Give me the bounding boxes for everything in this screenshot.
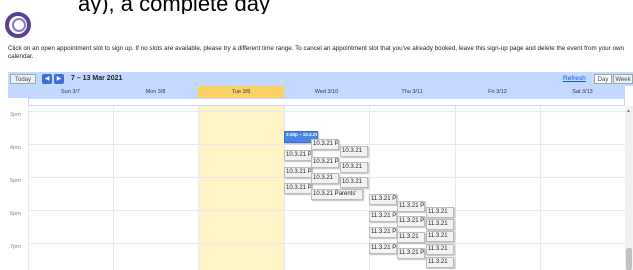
appointment-slot[interactable]: 11.3.21 bbox=[426, 207, 454, 218]
hour-label-3pm: 3pm bbox=[10, 112, 21, 118]
hour-label-7pm: 7pm bbox=[10, 244, 21, 250]
day-header-fri: Fri 3/12 bbox=[488, 89, 507, 95]
day-header-wed: Wed 3/10 bbox=[314, 89, 339, 95]
column-divider bbox=[198, 106, 199, 270]
vertical-scrollbar[interactable]: ▲ bbox=[625, 106, 633, 270]
appointment-slot[interactable]: 10.3.21 P bbox=[284, 167, 312, 178]
appointment-slot[interactable]: 11.3.21 bbox=[426, 257, 454, 268]
hour-label-5pm: 5pm bbox=[10, 178, 21, 184]
day-header-sat: Sat 3/13 bbox=[572, 89, 593, 95]
header-text: ay), a complete day bbox=[78, 0, 270, 14]
week-view-button[interactable]: Week bbox=[613, 74, 633, 84]
calendar-grid: 3pm 4pm 5pm 6pm 7pm 3:40p – 10.3.21 Pa 1… bbox=[8, 106, 625, 270]
appointment-slot[interactable]: 11.3.21 bbox=[426, 219, 454, 230]
day-header-row: Sun 3/7 Mon 3/8 Tue 3/9 Wed 3/10 Thu 3/1… bbox=[8, 86, 625, 98]
appointment-slot[interactable]: 10.3.21 bbox=[340, 146, 368, 157]
appointment-slot[interactable]: 11.3.21 P bbox=[369, 211, 397, 222]
appointment-slot[interactable]: 11.3.21 P bbox=[397, 216, 425, 227]
appointment-slot[interactable]: 10.3.21 P bbox=[284, 150, 312, 161]
appointment-slot[interactable]: 11.3.21 P bbox=[369, 227, 397, 238]
column-divider bbox=[455, 106, 456, 270]
appointment-slot[interactable]: 10.3.21 P bbox=[311, 139, 339, 150]
all-day-row bbox=[28, 98, 625, 106]
calendar-toolbar: Today ◀ ▶ 7 – 13 Mar 2021 Refresh Day We… bbox=[8, 72, 633, 86]
appointment-slot[interactable]: 10.3.21 P bbox=[311, 157, 339, 168]
day-header-sun: Sun 3/7 bbox=[61, 89, 80, 95]
appointment-slot[interactable]: 10.3.21 bbox=[340, 162, 368, 173]
date-range: 7 – 13 Mar 2021 bbox=[71, 75, 123, 82]
appointment-slot[interactable]: 11.3.21 P bbox=[397, 248, 425, 259]
logo-icon bbox=[5, 12, 31, 38]
prev-week-button[interactable]: ◀ bbox=[42, 74, 52, 84]
day-header-tue: Tue 3/9 bbox=[198, 86, 284, 98]
scroll-up-icon[interactable]: ▲ bbox=[626, 108, 631, 114]
instructions-text: Click on an open appointment slot to sig… bbox=[8, 45, 624, 60]
appointment-slot[interactable]: 10.3.21 bbox=[340, 177, 368, 188]
scrollbar-thumb[interactable] bbox=[626, 248, 632, 270]
day-header-mon: Mon 3/8 bbox=[145, 89, 166, 95]
hour-line bbox=[28, 111, 625, 112]
chevron-right-icon: ▶ bbox=[56, 76, 62, 82]
next-week-button[interactable]: ▶ bbox=[54, 74, 64, 84]
appointment-slot[interactable]: 11.3.21 P bbox=[369, 194, 397, 205]
day-view-button[interactable]: Day bbox=[594, 74, 612, 84]
today-button[interactable]: Today bbox=[10, 74, 36, 84]
appointment-slot[interactable]: 10.3.21 bbox=[311, 173, 339, 184]
appointment-slot[interactable]: 11.3.21 bbox=[426, 231, 454, 242]
column-divider bbox=[113, 106, 114, 270]
appointment-slot[interactable]: 10.3.21 Parents' bbox=[311, 189, 363, 200]
appointment-slot[interactable]: 11.3.21 P bbox=[397, 201, 425, 212]
day-header-thu: Thu 3/11 bbox=[401, 89, 423, 95]
appointment-slot[interactable]: 11.3.21 bbox=[397, 232, 425, 243]
hour-line bbox=[28, 210, 625, 211]
appointment-slot[interactable]: 10.3.21 P bbox=[284, 183, 312, 194]
hour-line bbox=[28, 243, 625, 244]
hour-label-4pm: 4pm bbox=[10, 145, 21, 151]
hour-label-6pm: 6pm bbox=[10, 211, 21, 217]
header-text-band: ay), a complete day bbox=[0, 0, 633, 14]
appointment-slot[interactable]: 11.3.21 bbox=[426, 244, 454, 255]
column-divider bbox=[28, 106, 29, 270]
today-column bbox=[198, 106, 284, 270]
column-divider bbox=[540, 106, 541, 270]
chevron-left-icon: ◀ bbox=[44, 76, 50, 82]
refresh-link[interactable]: Refresh bbox=[563, 73, 586, 85]
appointment-slot[interactable]: 11.3.21 P bbox=[369, 243, 397, 254]
